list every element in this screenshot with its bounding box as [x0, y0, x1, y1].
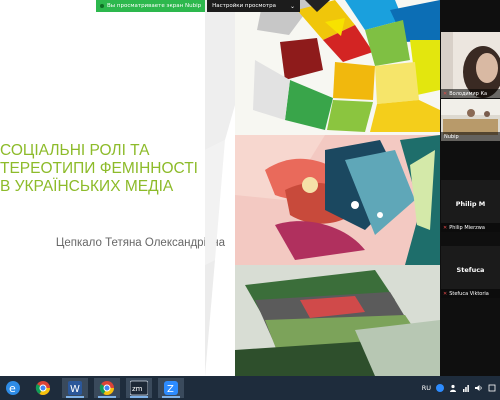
participant-name: Nubip — [444, 133, 459, 140]
share-status: Вы просматриваете экран Nubip — [96, 0, 206, 12]
slide-title: СОЦІАЛЬНІ РОЛІ ТА ТЕРЕОТИПИ ФЕМІННОСТІ В… — [0, 142, 198, 195]
slide-artwork — [205, 0, 440, 376]
participant-tile[interactable]: ✕ Володимир Ка — [441, 32, 500, 98]
zoom-icon[interactable]: Z — [158, 378, 184, 398]
screen-share-banner: Вы просматриваете экран Nubip Настройки … — [96, 0, 301, 12]
participant-display-name: Stefuca — [456, 266, 485, 274]
zoom-tray-icon[interactable] — [436, 384, 444, 392]
participant-tile[interactable]: Philip M ✕ Philip Mierzwa — [441, 180, 500, 232]
system-tray: RU — [422, 376, 496, 400]
participant-display-name: Philip M — [455, 200, 486, 208]
notification-icon[interactable] — [488, 384, 496, 392]
participant-name: Philip Mierzwa — [449, 224, 485, 231]
taskbar: e W zm Z RU — [0, 376, 500, 400]
share-dot-icon — [100, 4, 104, 8]
svg-text:e: e — [9, 382, 16, 395]
chrome-icon[interactable] — [30, 378, 56, 398]
svg-text:zm: zm — [132, 385, 143, 393]
speaker-icon[interactable] — [475, 384, 483, 392]
participant-name: Stefuca Viktoria — [449, 290, 489, 297]
participant-name-row: ✕ Володимир Ка — [441, 89, 500, 98]
mic-muted-icon: ✕ — [443, 224, 448, 231]
people-icon[interactable] — [449, 384, 457, 392]
share-status-text: Вы просматриваете экран Nubip — [107, 3, 202, 9]
chrome-icon[interactable] — [94, 378, 120, 398]
language-indicator[interactable]: RU — [422, 384, 431, 392]
mic-muted-icon: ✕ — [443, 90, 448, 97]
edge-icon[interactable]: e — [0, 378, 26, 398]
participant-name-row: ✕ Philip Mierzwa — [441, 223, 500, 232]
network-icon[interactable] — [462, 384, 470, 392]
word-icon[interactable]: W — [62, 378, 88, 398]
svg-text:Z: Z — [167, 384, 174, 395]
mic-muted-icon: ✕ — [443, 290, 448, 297]
slide-author: Цепкало Тетяна Олександрівна — [55, 237, 225, 249]
svg-text:W: W — [70, 384, 80, 395]
participant-name-row: ✕ Stefuca Viktoria — [441, 289, 500, 298]
shared-slide: СОЦІАЛЬНІ РОЛІ ТА ТЕРЕОТИПИ ФЕМІННОСТІ В… — [0, 0, 440, 376]
participants-panel: ✕ Володимир Ка Nubip Philip M ✕ Philip M… — [440, 0, 500, 376]
chevron-down-icon: ⌄ — [290, 2, 296, 10]
view-options-label: Настройки просмотра — [212, 3, 276, 9]
view-options-button[interactable]: Настройки просмотра ⌄ — [207, 0, 301, 12]
participant-name-row: Nubip — [441, 132, 500, 141]
participant-tile[interactable]: Stefuca ✕ Stefuca Viktoria — [441, 246, 500, 298]
participant-name: Володимир Ка — [449, 90, 488, 97]
participant-tile[interactable]: Nubip — [441, 99, 500, 141]
zm-icon[interactable]: zm — [126, 378, 152, 398]
